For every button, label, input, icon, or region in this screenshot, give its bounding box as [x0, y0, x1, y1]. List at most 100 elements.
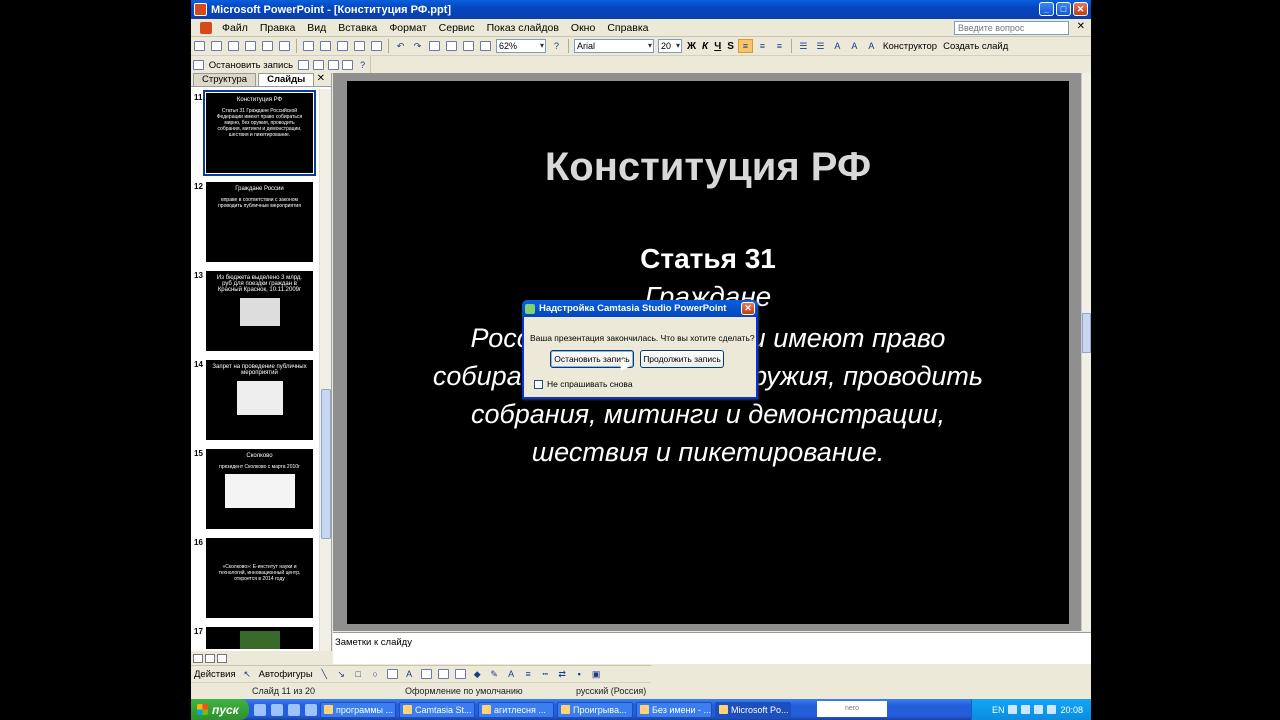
- taskbar-item[interactable]: Без имени - ...: [636, 701, 712, 718]
- maximize-button[interactable]: □: [1056, 2, 1071, 16]
- create-slide-button[interactable]: Создать слайд: [940, 41, 1011, 52]
- format-painter-icon[interactable]: [369, 39, 384, 53]
- quicklaunch-icon[interactable]: [305, 703, 317, 716]
- insert-chart-icon[interactable]: [427, 39, 442, 53]
- help-icon[interactable]: ?: [549, 39, 564, 53]
- insert-table-icon[interactable]: [444, 39, 459, 53]
- menu-slideshow[interactable]: Показ слайдов: [481, 22, 565, 34]
- shadow-style-icon[interactable]: ▪: [572, 667, 587, 681]
- menu-view[interactable]: Вид: [301, 22, 332, 34]
- slide-thumbnail[interactable]: 11 Конституция РФ Статья 31 Граждане Рос…: [191, 90, 319, 176]
- open-icon[interactable]: [209, 39, 224, 53]
- checkbox-box[interactable]: [534, 379, 543, 389]
- picture-icon[interactable]: [453, 667, 468, 681]
- slideshow-view-icon[interactable]: [217, 654, 227, 663]
- ask-question-input[interactable]: Введите вопрос: [954, 21, 1069, 35]
- new-icon[interactable]: [192, 39, 207, 53]
- start-button[interactable]: пуск: [191, 699, 249, 720]
- preview-icon[interactable]: [277, 39, 292, 53]
- arrow-style-icon[interactable]: ⇄: [555, 667, 570, 681]
- underline-button[interactable]: Ч: [711, 41, 724, 52]
- copy-icon[interactable]: [335, 39, 350, 53]
- bullets-icon[interactable]: ☰: [813, 39, 828, 53]
- designer-button[interactable]: Конструктор: [880, 41, 940, 52]
- slide-preview[interactable]: «Сколково»: Е-институт науки и технологи…: [206, 538, 313, 618]
- slide-thumbnail[interactable]: 13 Из бюджета выделено 3 млрд. руб для п…: [191, 269, 319, 353]
- doc-close-icon[interactable]: ✕: [1077, 21, 1085, 32]
- scroll-thumb[interactable]: [321, 389, 331, 539]
- align-center-icon[interactable]: ≡: [755, 39, 770, 53]
- clipart-icon[interactable]: [436, 667, 451, 681]
- font-size-select[interactable]: 20: [658, 39, 682, 53]
- menu-file[interactable]: Файл: [216, 22, 254, 34]
- cut-icon[interactable]: [318, 39, 333, 53]
- 3d-style-icon[interactable]: ▣: [589, 667, 604, 681]
- tab-outline[interactable]: Структура: [193, 73, 257, 86]
- select-pointer-icon[interactable]: ↖: [240, 667, 255, 681]
- slide-thumbnail[interactable]: 15 Сколково президент Сколково с марта 2…: [191, 447, 319, 531]
- spelling-icon[interactable]: [301, 39, 316, 53]
- textbox-icon[interactable]: [385, 667, 400, 681]
- slide-thumbnail[interactable]: 12 Граждане России вправе в соответствии…: [191, 180, 319, 264]
- autoshapes-menu[interactable]: Автофигуры: [256, 669, 316, 680]
- slide-preview[interactable]: Граждане России вправе в соответствии с …: [206, 182, 313, 262]
- permission-icon[interactable]: [243, 39, 258, 53]
- menu-insert[interactable]: Вставка: [332, 22, 383, 34]
- line-style-icon[interactable]: ≡: [521, 667, 536, 681]
- dialog-close-button[interactable]: ✕: [741, 302, 755, 315]
- minimize-button[interactable]: _: [1039, 2, 1054, 16]
- slide-title[interactable]: Конституция РФ: [347, 145, 1069, 190]
- pane-close-icon[interactable]: ✕: [317, 73, 325, 84]
- sorter-view-icon[interactable]: [205, 654, 215, 663]
- font-select[interactable]: Arial: [574, 39, 654, 53]
- menu-window[interactable]: Окно: [565, 22, 601, 34]
- arrow-icon[interactable]: ↘: [334, 667, 349, 681]
- continue-recording-button[interactable]: Продолжить запись: [640, 350, 724, 368]
- dash-style-icon[interactable]: ┅: [538, 667, 553, 681]
- tray-icon[interactable]: [1008, 705, 1018, 714]
- save-icon[interactable]: [226, 39, 241, 53]
- mic-icon[interactable]: [327, 58, 340, 72]
- quicklaunch-icon[interactable]: [254, 703, 266, 716]
- taskbar-item[interactable]: Проигрыва...: [557, 701, 633, 718]
- increase-font-icon[interactable]: A: [830, 39, 845, 53]
- slide-scrollbar[interactable]: [1081, 73, 1091, 631]
- settings-icon[interactable]: [297, 58, 310, 72]
- taskbar-item[interactable]: Camtasia St...: [399, 701, 475, 718]
- slide-preview[interactable]: [206, 627, 313, 649]
- taskbar-item[interactable]: программы ...: [320, 701, 396, 718]
- tab-slides[interactable]: Слайды: [258, 73, 315, 86]
- notes-pane[interactable]: Заметки к слайду: [333, 632, 1091, 664]
- quicklaunch-icon[interactable]: [288, 703, 300, 716]
- menu-edit[interactable]: Правка: [254, 22, 301, 34]
- undo-icon[interactable]: ↶: [393, 39, 408, 53]
- decrease-font-icon[interactable]: A: [847, 39, 862, 53]
- actions-menu[interactable]: Действия: [191, 669, 239, 680]
- wordart-icon[interactable]: A: [402, 667, 417, 681]
- italic-button[interactable]: К: [699, 41, 711, 52]
- menu-tools[interactable]: Сервис: [433, 22, 481, 34]
- slide-preview[interactable]: Запрет на проведение публичных мероприят…: [206, 360, 313, 440]
- shadow-button[interactable]: S: [724, 41, 737, 52]
- numbering-icon[interactable]: ☰: [796, 39, 811, 53]
- slide-thumbnail[interactable]: 14 Запрет на проведение публичных меропр…: [191, 358, 319, 442]
- menu-format[interactable]: Формат: [383, 22, 432, 34]
- oval-icon[interactable]: ○: [368, 667, 383, 681]
- slide-article[interactable]: Статья 31: [347, 243, 1069, 275]
- slide-preview[interactable]: Конституция РФ Статья 31 Граждане Россий…: [203, 90, 316, 176]
- help-icon[interactable]: ?: [356, 58, 369, 72]
- camera-icon[interactable]: [312, 58, 325, 72]
- tray-icon[interactable]: [1034, 705, 1044, 714]
- menu-help[interactable]: Справка: [601, 22, 654, 34]
- dont-ask-checkbox[interactable]: Не спрашивать снова: [534, 379, 633, 389]
- rectangle-icon[interactable]: □: [351, 667, 366, 681]
- redo-icon[interactable]: ↷: [410, 39, 425, 53]
- fill-color-icon[interactable]: ◆: [470, 667, 485, 681]
- quicklaunch-icon[interactable]: [271, 703, 283, 716]
- slide-preview[interactable]: Из бюджета выделено 3 млрд. руб для поез…: [206, 271, 313, 351]
- print-icon[interactable]: [260, 39, 275, 53]
- zoom-select[interactable]: 62%: [496, 39, 546, 53]
- font-color-icon[interactable]: A: [504, 667, 519, 681]
- align-left-icon[interactable]: ≡: [737, 39, 753, 53]
- color-icon[interactable]: [478, 39, 493, 53]
